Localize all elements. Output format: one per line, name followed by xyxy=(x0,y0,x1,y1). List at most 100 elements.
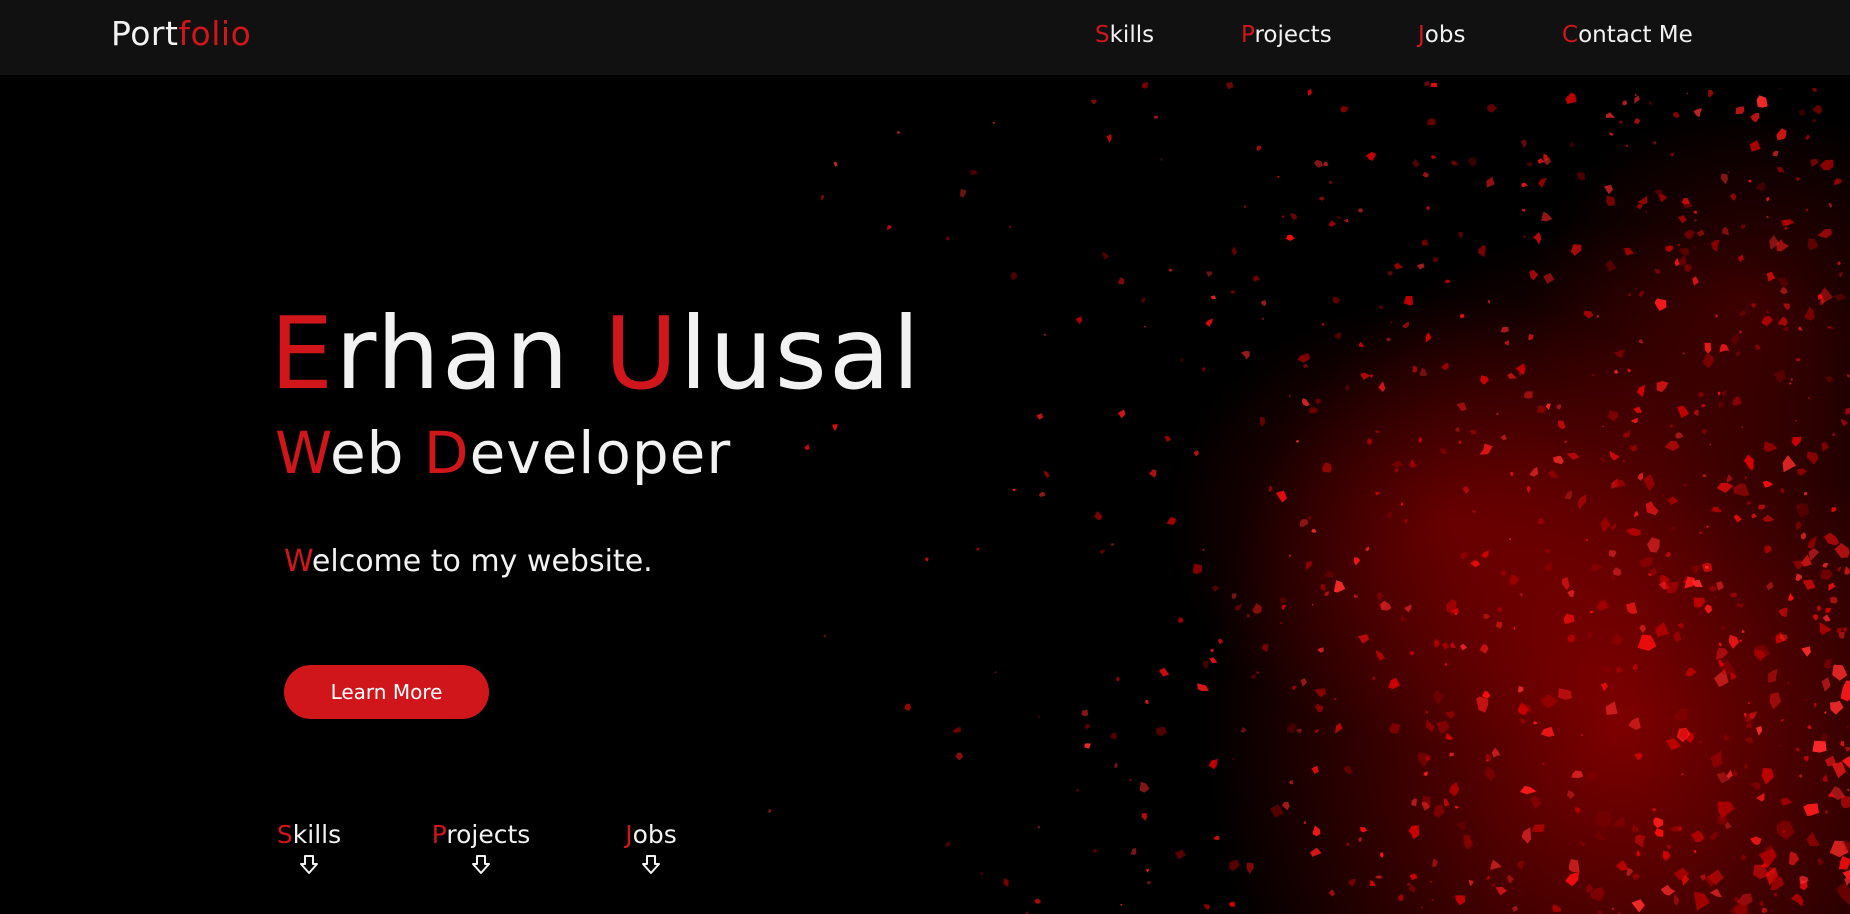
splatter-particle xyxy=(1180,357,1184,362)
splatter-particle xyxy=(1432,858,1438,867)
splatter-particle xyxy=(1529,466,1539,477)
name-last-rest: lusal xyxy=(679,295,922,412)
splatter-particle xyxy=(1146,881,1152,885)
splatter-particle xyxy=(1637,195,1648,205)
splatter-particle xyxy=(1611,633,1624,645)
splatter-particle xyxy=(1231,246,1238,256)
splatter-particle xyxy=(1781,718,1784,723)
learn-more-button[interactable]: Learn More xyxy=(284,665,489,719)
splatter-particle xyxy=(1783,303,1791,311)
splatter-particle xyxy=(1479,443,1493,455)
splatter-particle xyxy=(1118,409,1126,419)
splatter-particle xyxy=(1153,115,1159,120)
splatter-particle xyxy=(1289,554,1292,557)
splatter-particle xyxy=(1406,883,1411,886)
splatter-particle xyxy=(1403,296,1413,306)
splatter-particle xyxy=(1575,807,1581,814)
splatter-particle xyxy=(1610,523,1616,531)
splatter-particle xyxy=(1529,269,1539,281)
splatter-particle xyxy=(1243,205,1247,209)
splatter-particle xyxy=(1594,811,1611,829)
splatter-particle xyxy=(1763,441,1776,453)
splatter-particle xyxy=(1412,365,1418,373)
quick-link-skills[interactable]: Skills xyxy=(276,820,342,876)
splatter-particle xyxy=(1321,462,1332,473)
splatter-particle xyxy=(1495,886,1507,896)
splatter-particle xyxy=(1778,744,1781,747)
splatter-particle xyxy=(1704,604,1712,614)
splatter-particle xyxy=(1738,330,1743,334)
splatter-particle xyxy=(1776,128,1787,141)
splatter-particle xyxy=(1701,404,1706,408)
splatter-particle xyxy=(1507,372,1517,379)
splatter-particle xyxy=(1260,300,1267,307)
splatter-particle xyxy=(1372,676,1375,681)
splatter-particle xyxy=(1205,318,1214,327)
splatter-particle xyxy=(1567,790,1575,800)
quick-link-projects[interactable]: Projects xyxy=(431,820,531,876)
splatter-particle xyxy=(1721,226,1729,236)
splatter-particle xyxy=(1699,873,1706,881)
splatter-particle xyxy=(1160,158,1163,161)
splatter-particle xyxy=(1246,862,1255,874)
splatter-particle xyxy=(1761,316,1773,327)
splatter-particle xyxy=(1386,511,1392,519)
splatter-particle xyxy=(1500,434,1507,441)
splatter-particle xyxy=(832,424,838,432)
splatter-particle xyxy=(1720,173,1728,185)
splatter-particle xyxy=(1454,895,1466,906)
splatter-particle xyxy=(1638,339,1644,344)
splatter-particle xyxy=(1302,363,1309,368)
splatter-particle xyxy=(1675,432,1684,439)
splatter-particle xyxy=(1252,275,1261,282)
splatter-particle xyxy=(1652,140,1657,146)
splatter-particle xyxy=(1145,868,1150,873)
splatter-particle xyxy=(1433,689,1444,705)
splatter-particle xyxy=(1528,333,1534,340)
nav-link-jobs[interactable]: Jobs xyxy=(1418,22,1465,48)
splatter-particle xyxy=(1556,404,1562,410)
splatter-particle xyxy=(952,726,962,733)
splatter-particle xyxy=(1520,139,1527,148)
nav-link-skills[interactable]: Skills xyxy=(1095,22,1154,48)
splatter-particle xyxy=(1667,496,1679,505)
splatter-particle xyxy=(1358,208,1363,213)
nav-link-projects[interactable]: Projects xyxy=(1241,22,1332,48)
splatter-particle xyxy=(1545,548,1551,554)
splatter-particle xyxy=(1802,579,1816,590)
splatter-particle xyxy=(1520,702,1533,713)
splatter-particle xyxy=(1756,726,1763,736)
nav-link-initial: P xyxy=(1241,22,1255,48)
nav-link-text: kills xyxy=(1109,22,1155,48)
nav-link-initial: S xyxy=(1095,22,1110,48)
splatter-particle xyxy=(1662,494,1665,497)
splatter-particle xyxy=(1733,514,1742,523)
splatter-particle xyxy=(1639,557,1654,568)
splatter-particle xyxy=(1524,391,1533,399)
splatter-particle xyxy=(1482,690,1491,699)
splatter-particle xyxy=(1376,592,1385,602)
splatter-particle xyxy=(1360,372,1371,380)
splatter-particle xyxy=(1495,412,1499,416)
splatter-particle xyxy=(1286,234,1295,241)
splatter-particle xyxy=(1716,581,1724,591)
splatter-particle xyxy=(1807,724,1812,729)
splatter-particle xyxy=(1389,722,1401,734)
hero-role: Web Developer xyxy=(275,418,731,488)
brand-logo[interactable]: Portfolio xyxy=(111,14,251,53)
nav-link-contact[interactable]: Contact Me xyxy=(1562,22,1693,48)
splatter-particle xyxy=(1789,382,1792,385)
splatter-particle xyxy=(955,752,964,761)
splatter-particle xyxy=(1256,145,1262,151)
splatter-particle xyxy=(1654,828,1664,837)
splatter-particle xyxy=(1012,488,1016,492)
splatter-particle xyxy=(1343,765,1353,774)
splatter-particle xyxy=(1217,638,1224,645)
splatter-particle xyxy=(1631,899,1645,913)
splatter-particle xyxy=(1710,750,1723,768)
splatter-particle xyxy=(823,634,827,638)
splatter-particle xyxy=(1299,519,1309,527)
quick-link-jobs[interactable]: Jobs xyxy=(619,820,683,876)
splatter-particle xyxy=(1762,480,1774,488)
splatter-particle xyxy=(1782,455,1797,473)
